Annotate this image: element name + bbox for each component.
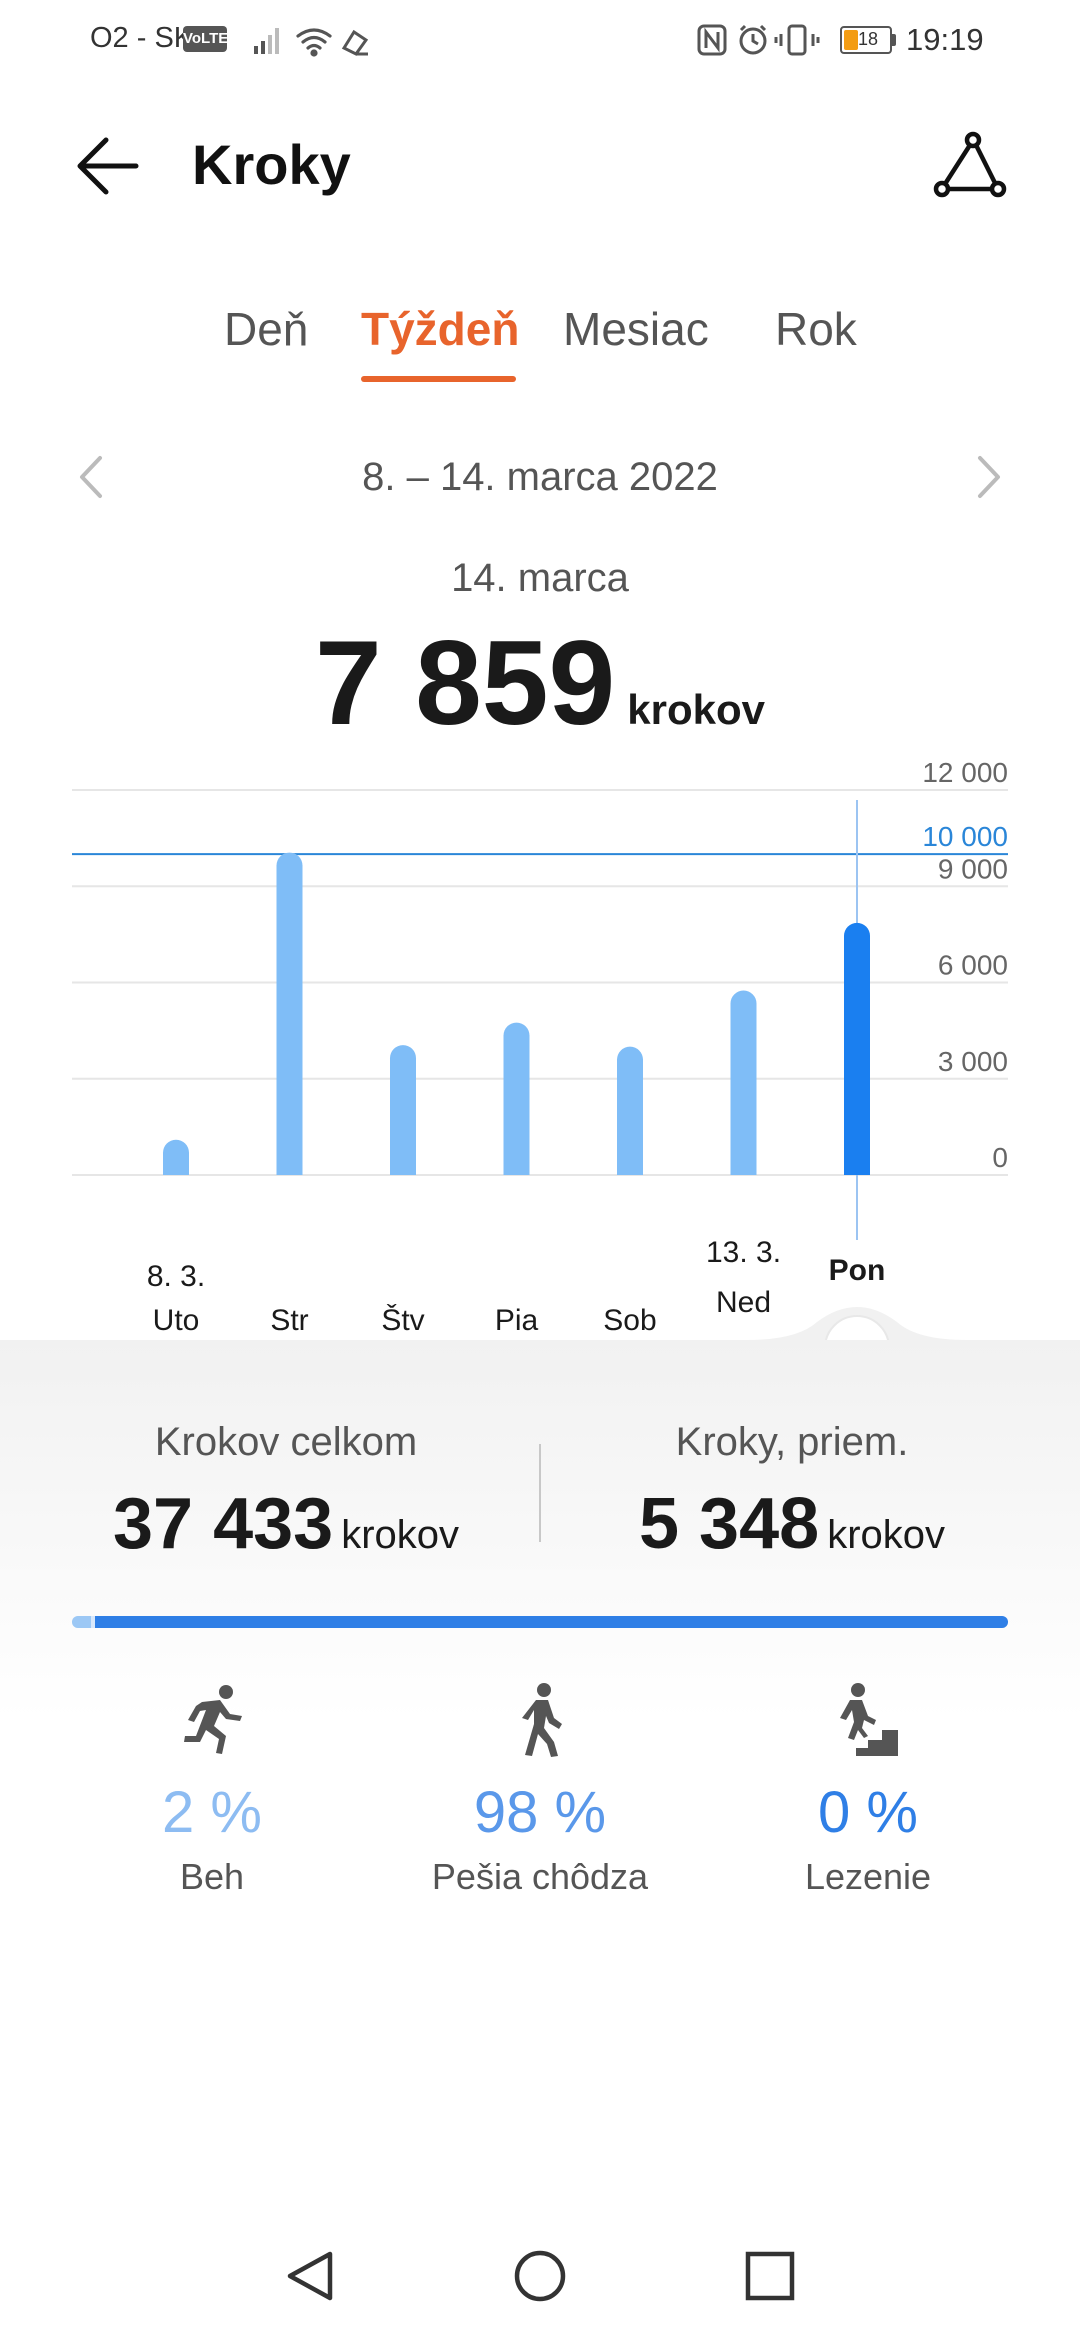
x-date-label: 8. 3. [147,1260,205,1293]
activity-share-running [72,1616,91,1628]
walking-percent: 98 % [473,1780,607,1845]
selected-steps: 7 859 krokov [0,614,1080,752]
summary-panel: Krokov celkom 37 433 krokov Kroky, priem.… [0,1340,1080,2340]
vibrate-icon [774,24,820,56]
bar-Str [276,852,303,1175]
wifi-icon [296,28,332,57]
tab-day[interactable]: Deň [224,302,308,356]
x-tick-label: Ned [716,1286,771,1319]
walking-label: Pešia chôdza [431,1856,649,1897]
tab-month[interactable]: Mesiac [563,302,709,356]
arrow-left-icon[interactable] [72,130,144,202]
total-steps-label: Krokov celkom [154,1420,418,1464]
activity-share-bar [72,1616,1008,1628]
bar-Sob [617,1046,643,1175]
x-tick-label: Uto [153,1304,200,1337]
tab-year[interactable]: Rok [775,302,857,356]
x-tick-label: Str [270,1304,308,1337]
nfc-icon [697,24,727,56]
bar-Štv [390,1045,416,1175]
nav-recent-icon[interactable] [742,2248,798,2304]
running-label: Beh [179,1856,245,1897]
average-steps-value: 5 348 krokov [542,1483,1042,1565]
x-tick-label: Pia [495,1304,539,1337]
activity-share-walking [94,1616,1008,1628]
climbing-percent: 0 % [818,1780,918,1845]
total-steps-unit: krokov [341,1513,460,1557]
alarm-icon [739,24,767,55]
tab-week[interactable]: Týždeň [361,302,519,356]
bar-Pia [503,1022,530,1175]
status-icons-right [697,24,820,56]
volte-badge: VoLTE [183,26,228,52]
average-steps: Kroky, priem. 5 348 krokov [542,1420,1042,1565]
nav-back-icon[interactable] [282,2248,338,2304]
selected-steps-unit: krokov [627,686,766,733]
summary-divider [539,1444,541,1542]
average-steps-number: 5 348 [639,1484,820,1564]
battery-percent: 18 [858,29,879,49]
bar-Ned [730,990,757,1175]
activity-walking: 98 % Pešia chôdza [370,1680,710,1898]
battery-nub [892,34,896,46]
page-title: Kroky [192,133,351,196]
weekly-steps-chart[interactable]: 0 3 000 6 000 9 000 12 000 10 000 Uto 8. 3. Str Š… [0,740,1080,1340]
y-tick-label: 12 000 [922,757,1008,788]
activity-climbing: 0 % Lezenie [698,1680,1038,1898]
battery-icon: 18 [840,26,892,54]
chevron-right-icon[interactable] [970,452,1010,502]
nav-home-icon[interactable] [512,2248,568,2304]
y-tick-label: 9 000 [938,853,1008,884]
climbing-icon [840,1683,898,1756]
bar-Uto [163,1139,189,1175]
climbing-label: Lezenie [804,1856,932,1897]
goal-label: 10 000 [922,821,1008,852]
signal-wifi-icons [254,28,369,57]
y-tick-label: 0 [992,1142,1008,1173]
average-steps-unit: krokov [827,1513,945,1557]
x-tick-label: Pon [829,1254,886,1287]
total-steps: Krokov celkom 37 433 krokov [36,1420,536,1565]
average-steps-label: Kroky, priem. [675,1420,909,1464]
active-tab-indicator [361,376,516,382]
running-icon [184,1685,242,1754]
y-tick-label: 3 000 [938,1046,1008,1077]
selected-steps-value: 7 859 [314,616,616,750]
running-percent: 2 % [162,1780,262,1845]
carrier-label: O2 - SK [90,22,194,54]
x-tick-label: Sob [603,1304,656,1337]
selected-date: 14. marca [451,556,629,600]
period-tabs: Deň Týždeň Mesiac Rok [0,302,1080,392]
battery-level [844,30,858,50]
total-steps-number: 37 433 [112,1484,334,1564]
activity-running: 2 % Beh [42,1680,382,1898]
total-steps-value: 37 433 krokov [36,1483,536,1565]
x-date-label: 13. 3. [706,1236,781,1269]
status-bar: O2 - SK VoLTE 18 19:19 [0,0,1080,80]
clock: 19:19 [906,22,984,57]
share-icon[interactable] [930,128,1010,208]
walking-icon [522,1683,562,1757]
date-range-label: 8. – 14. marca 2022 [362,455,718,499]
signal-icon [254,28,279,54]
data-saver-icon [341,29,369,56]
y-tick-label: 6 000 [938,950,1008,981]
bar-Pon [844,922,870,1175]
x-tick-label: Štv [381,1303,424,1337]
